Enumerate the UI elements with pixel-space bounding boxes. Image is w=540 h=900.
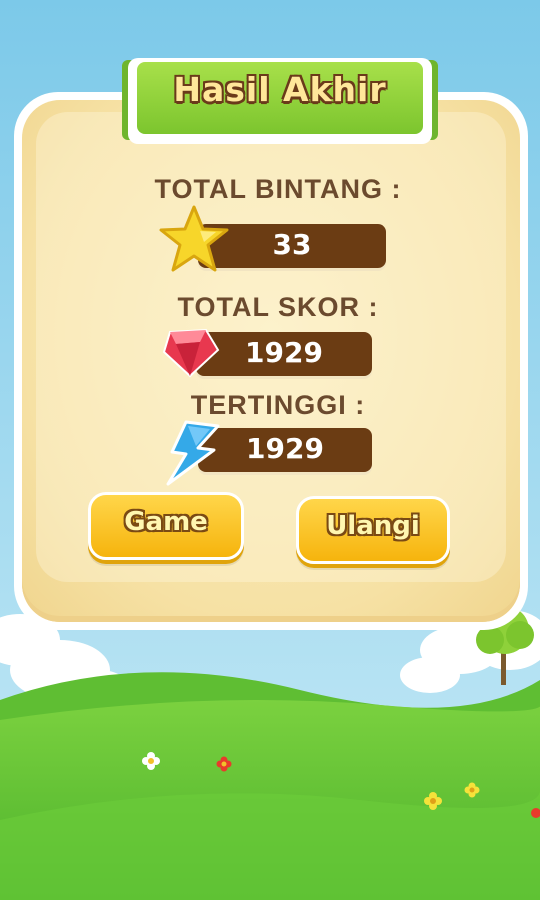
highscore-bar: 1929	[198, 428, 372, 472]
page-title: Hasil Akhir	[173, 70, 387, 109]
flower-icon	[142, 752, 160, 770]
retry-button-label: Ulangi	[326, 511, 420, 541]
game-button[interactable]: Game	[88, 492, 244, 560]
highscore-value: 1929	[246, 432, 324, 465]
game-button-label: Game	[124, 507, 208, 537]
flower-icon	[531, 808, 540, 818]
total-stars-label: TOTAL BINTANG :	[154, 174, 402, 204]
flower-icon	[216, 756, 232, 772]
flower-icon	[424, 792, 442, 810]
gem-icon	[162, 328, 220, 378]
total-score-value: 1929	[245, 336, 323, 369]
lightning-icon	[166, 420, 220, 486]
flower-icon	[464, 782, 480, 798]
total-score-bar: 1929	[196, 332, 372, 376]
total-score-label: TOTAL SKOR :	[177, 292, 379, 322]
star-icon	[159, 205, 229, 272]
highscore-label: TERTINGGI :	[190, 390, 366, 420]
retry-button[interactable]: Ulangi	[296, 496, 450, 564]
